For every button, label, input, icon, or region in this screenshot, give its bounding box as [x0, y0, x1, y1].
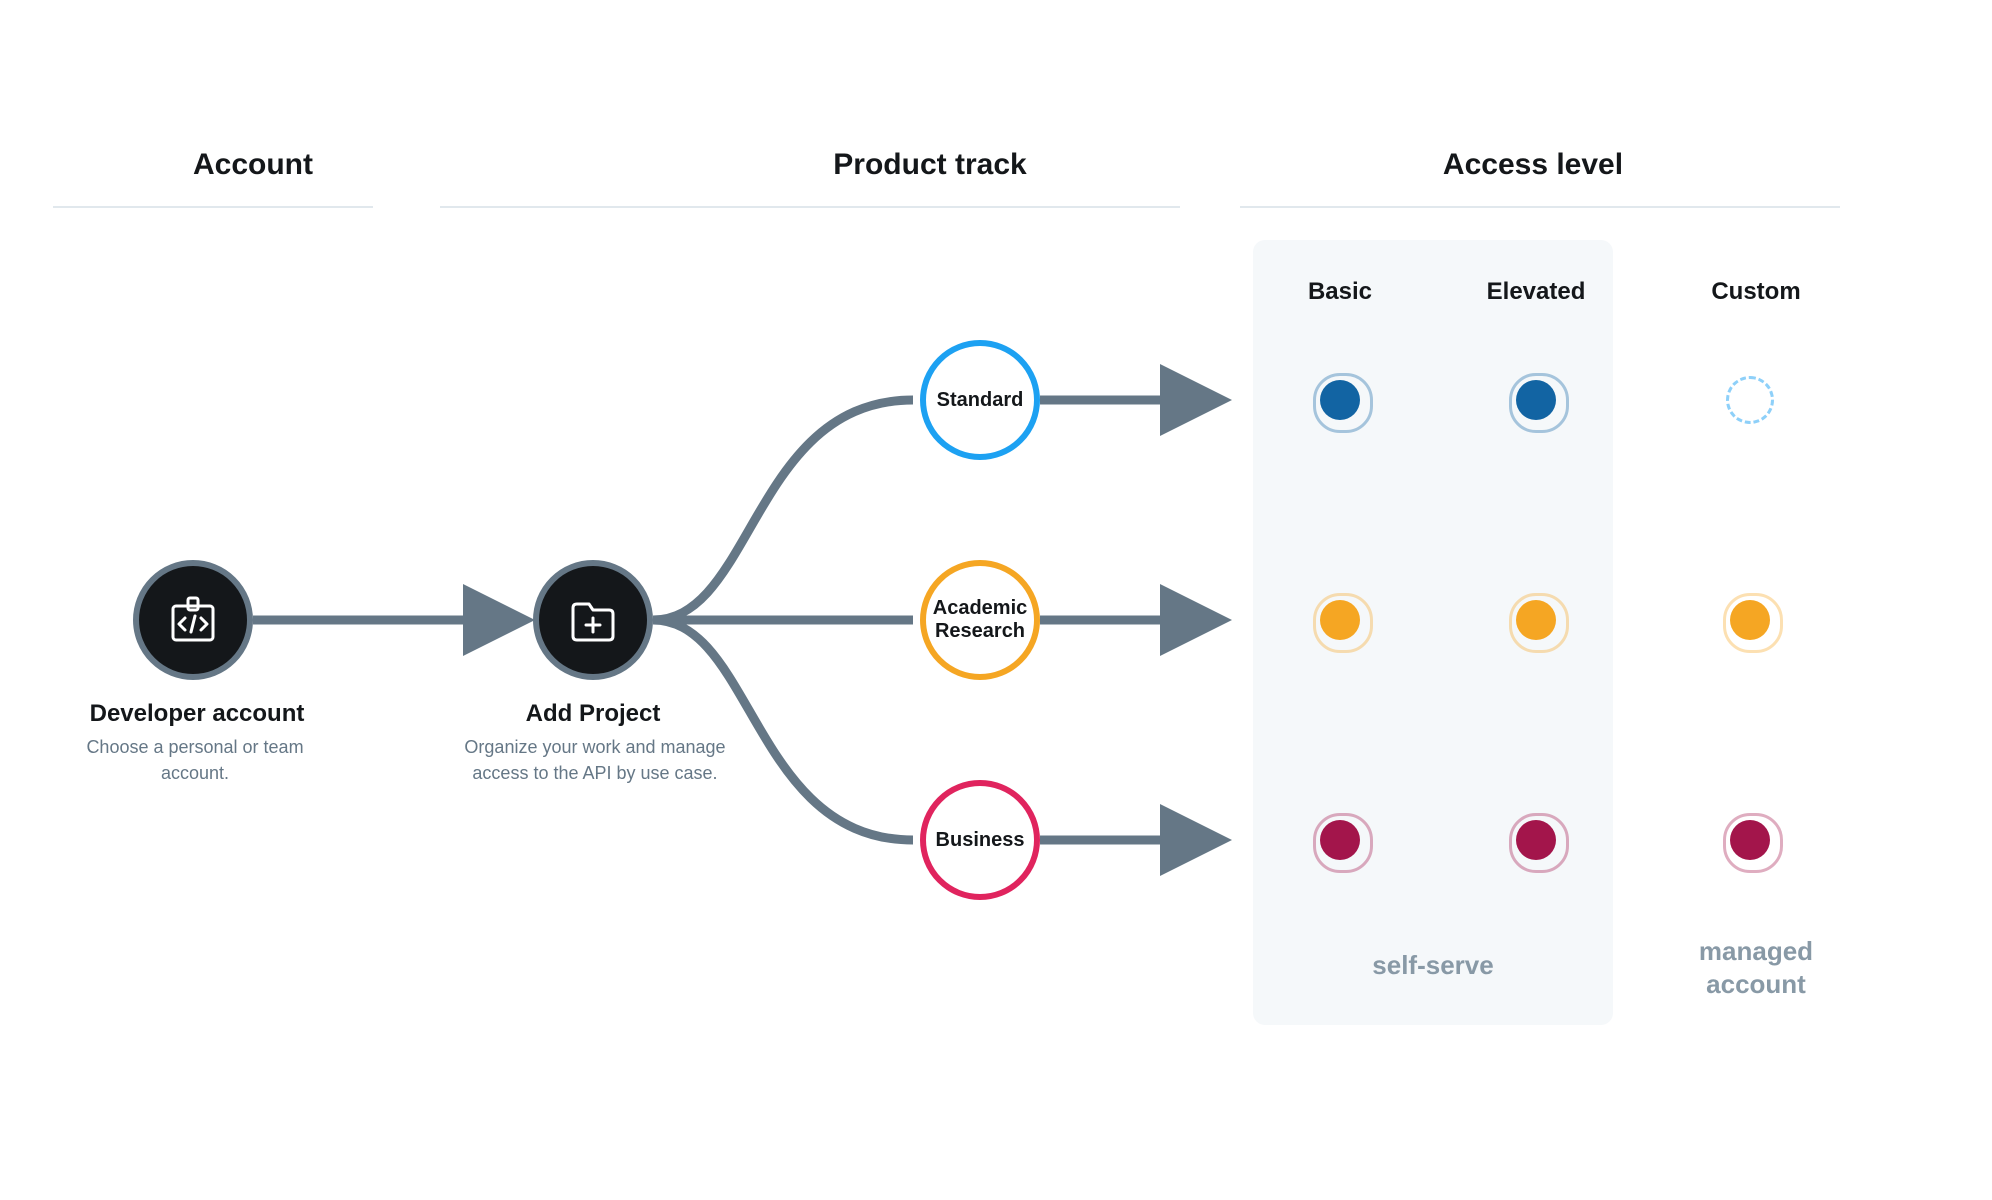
arrow-connector [1040, 608, 1230, 632]
dot-business-elevated [1516, 820, 1556, 860]
track-business: Business [920, 780, 1040, 900]
branch-connectors [653, 340, 953, 900]
dot-business-custom [1730, 820, 1770, 860]
developer-account-title: Developer account [67, 700, 327, 728]
col-header-account: Account [133, 148, 373, 182]
access-diagram: Account Product track Access level Devel… [0, 0, 1992, 1200]
dot-academic-basic [1320, 600, 1360, 640]
col-header-access-level: Access level [1373, 148, 1693, 182]
folder-plus-icon [565, 592, 621, 648]
dot-academic-elevated [1516, 600, 1556, 640]
arrow-connector [1040, 828, 1230, 852]
developer-account-desc: Choose a personal or team account. [80, 734, 310, 786]
track-business-label: Business [936, 829, 1025, 852]
dot-academic-custom [1730, 600, 1770, 640]
dot-standard-custom [1726, 376, 1774, 424]
divider [1240, 206, 1840, 208]
access-level-basic: Basic [1280, 278, 1400, 306]
add-project-node [533, 560, 653, 680]
self-serve-label: self-serve [1333, 950, 1533, 981]
track-standard: Standard [920, 340, 1040, 460]
developer-account-node [133, 560, 253, 680]
access-level-custom: Custom [1686, 278, 1826, 306]
dot-business-basic [1320, 820, 1360, 860]
track-academic-label: Academic Research [926, 597, 1034, 643]
divider [53, 206, 373, 208]
dot-standard-basic [1320, 380, 1360, 420]
code-file-icon [165, 592, 221, 648]
managed-account-label: managed account [1666, 935, 1846, 1000]
divider [440, 206, 1180, 208]
arrow-connector [253, 608, 533, 632]
col-header-product-track: Product track [770, 148, 1090, 182]
access-level-elevated: Elevated [1466, 278, 1606, 306]
dot-standard-elevated [1516, 380, 1556, 420]
track-standard-label: Standard [937, 389, 1024, 412]
arrow-connector [1040, 388, 1230, 412]
track-academic: Academic Research [920, 560, 1040, 680]
